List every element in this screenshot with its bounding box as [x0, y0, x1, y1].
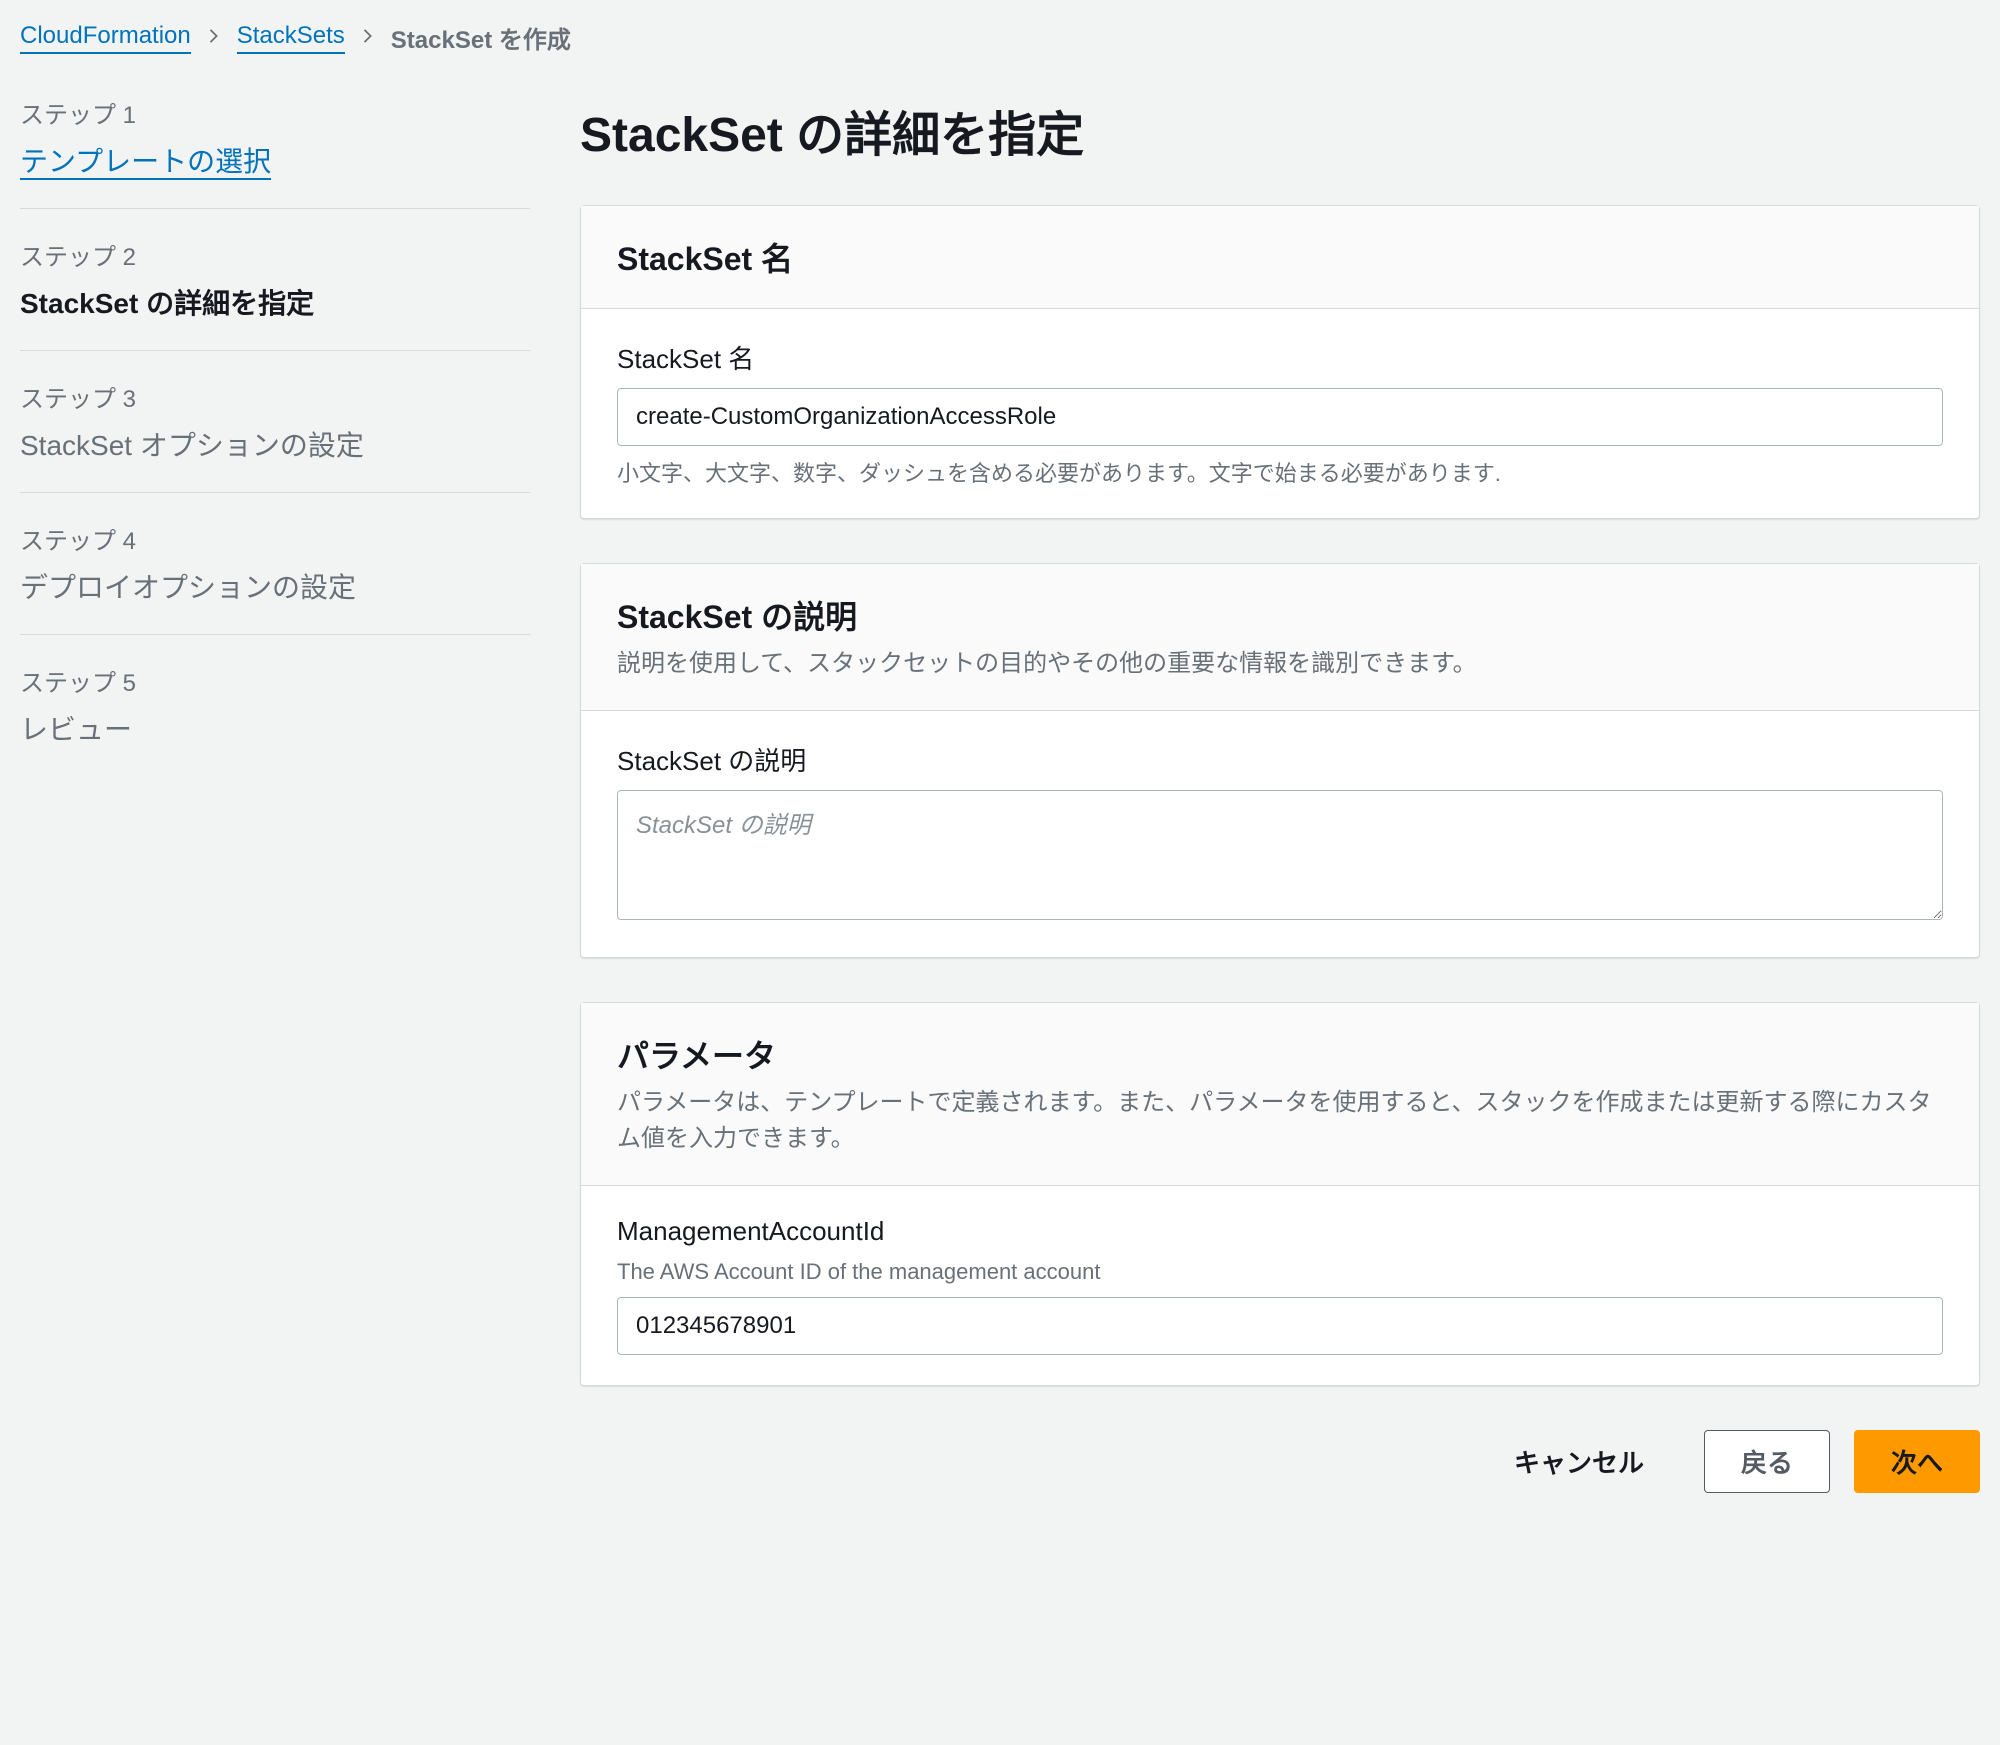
- step-title: StackSet オプションの設定: [20, 424, 530, 464]
- step-title-active: StackSet の詳細を指定: [20, 282, 530, 322]
- step-number: ステップ 1: [20, 95, 530, 130]
- parameter-value-input[interactable]: [617, 1297, 1943, 1355]
- panel-header: StackSet の説明 説明を使用して、スタックセットの目的やその他の重要な情…: [581, 564, 1979, 711]
- step-number: ステップ 3: [20, 379, 530, 414]
- panel-subtitle: パラメータは、テンプレートで定義されます。また、パラメータを使用すると、スタック…: [617, 1085, 1943, 1157]
- panel-title: StackSet の説明: [617, 592, 1943, 638]
- step-number: ステップ 2: [20, 237, 530, 272]
- page-title: StackSet の詳細を指定: [580, 95, 1980, 165]
- main-content: StackSet の詳細を指定 StackSet 名 StackSet 名 小文…: [580, 95, 1980, 1493]
- panel-subtitle: 説明を使用して、スタックセットの目的やその他の重要な情報を識別できます。: [617, 646, 1943, 682]
- wizard-step-2: ステップ 2 StackSet の詳細を指定: [20, 209, 530, 351]
- parameter-description: The AWS Account ID of the management acc…: [617, 1259, 1943, 1285]
- description-textarea[interactable]: [617, 790, 1943, 920]
- stackset-name-hint: 小文字、大文字、数字、ダッシュを含める必要があります。文字で始まる必要があります…: [617, 456, 1943, 488]
- parameter-name: ManagementAccountId: [617, 1216, 1943, 1247]
- wizard-steps-sidebar: ステップ 1 テンプレートの選択 ステップ 2 StackSet の詳細を指定 …: [20, 95, 530, 1493]
- parameter-item: ManagementAccountId The AWS Account ID o…: [617, 1216, 1943, 1355]
- description-label: StackSet の説明: [617, 741, 1943, 778]
- stackset-description-panel: StackSet の説明 説明を使用して、スタックセットの目的やその他の重要な情…: [580, 563, 1980, 958]
- wizard-step-3: ステップ 3 StackSet オプションの設定: [20, 351, 530, 493]
- step-title: レビュー: [20, 708, 530, 748]
- panel-body: StackSet の説明: [581, 711, 1979, 957]
- wizard-step-5: ステップ 5 レビュー: [20, 635, 530, 776]
- breadcrumb-current: StackSet を作成: [391, 20, 571, 55]
- panel-title: StackSet 名: [617, 234, 1943, 280]
- step-title: デプロイオプションの設定: [20, 566, 530, 606]
- stackset-name-input[interactable]: [617, 388, 1943, 446]
- chevron-right-icon: [207, 26, 221, 49]
- breadcrumb-root-link[interactable]: CloudFormation: [20, 22, 191, 54]
- wizard-step-4: ステップ 4 デプロイオプションの設定: [20, 493, 530, 635]
- panel-title: パラメータ: [617, 1031, 1943, 1077]
- step-title-link[interactable]: テンプレートの選択: [20, 146, 271, 180]
- wizard-footer: キャンセル 戻る 次へ: [580, 1430, 1980, 1493]
- cancel-button[interactable]: キャンセル: [1478, 1431, 1680, 1492]
- breadcrumb-mid-link[interactable]: StackSets: [237, 22, 345, 54]
- back-button[interactable]: 戻る: [1704, 1430, 1830, 1493]
- chevron-right-icon: [361, 26, 375, 49]
- breadcrumb: CloudFormation StackSets StackSet を作成: [20, 20, 1980, 55]
- wizard-step-1[interactable]: ステップ 1 テンプレートの選択: [20, 95, 530, 209]
- step-number: ステップ 4: [20, 521, 530, 556]
- panel-header: パラメータ パラメータは、テンプレートで定義されます。また、パラメータを使用する…: [581, 1003, 1979, 1186]
- panel-body: ManagementAccountId The AWS Account ID o…: [581, 1186, 1979, 1385]
- step-number: ステップ 5: [20, 663, 530, 698]
- stackset-name-label: StackSet 名: [617, 339, 1943, 376]
- panel-header: StackSet 名: [581, 206, 1979, 309]
- panel-body: StackSet 名 小文字、大文字、数字、ダッシュを含める必要があります。文字…: [581, 309, 1979, 518]
- next-button[interactable]: 次へ: [1854, 1430, 1980, 1493]
- parameters-panel: パラメータ パラメータは、テンプレートで定義されます。また、パラメータを使用する…: [580, 1002, 1980, 1386]
- stackset-name-panel: StackSet 名 StackSet 名 小文字、大文字、数字、ダッシュを含め…: [580, 205, 1980, 519]
